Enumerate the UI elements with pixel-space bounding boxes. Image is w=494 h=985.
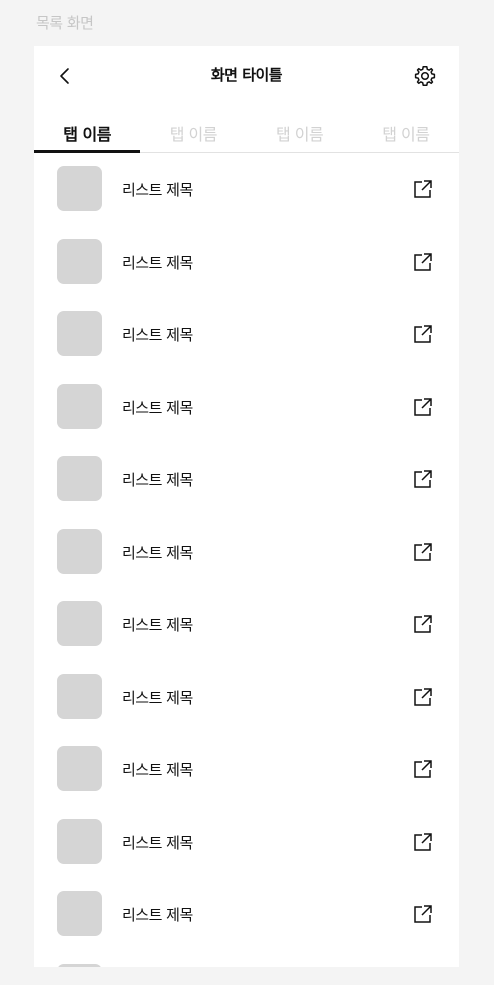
thumbnail xyxy=(57,963,102,967)
list-item-title: 리스트 제목 xyxy=(122,471,193,489)
list-item[interactable]: 리스트 제목 xyxy=(34,588,459,661)
external-link-icon[interactable] xyxy=(411,322,435,346)
list-item-title: 리스트 제목 xyxy=(122,688,193,707)
list-item[interactable]: 리스트 제목 xyxy=(34,661,459,734)
list-item[interactable]: 리스트 제목 xyxy=(34,298,459,371)
thumbnail xyxy=(57,311,102,356)
external-link-icon[interactable] xyxy=(411,830,435,854)
external-link-icon[interactable] xyxy=(411,177,435,201)
list-item[interactable]: 리스트 제목 xyxy=(34,516,459,589)
thumbnail xyxy=(57,383,102,429)
canvas-label: 목록 화면 xyxy=(36,14,94,32)
thumbnail xyxy=(57,456,102,501)
phone-screen: 화면 타이틀 탭 이름 탭 이름 탭 이름 탭 이름 리스트 제목 리스트 제목… xyxy=(34,46,459,967)
list-item-title: 리스트 제목 xyxy=(122,833,193,852)
thumbnail xyxy=(57,528,102,574)
page-title: 화면 타이틀 xyxy=(210,66,283,84)
external-link-icon[interactable] xyxy=(411,395,435,419)
app-header: 화면 타이틀 xyxy=(34,46,459,106)
tab-2[interactable]: 탭 이름 xyxy=(140,106,246,152)
thumbnail xyxy=(57,818,102,864)
list-item[interactable]: 리스트 제목 xyxy=(34,153,459,226)
list-item-title: 리스트 제목 xyxy=(122,761,193,779)
tab-1[interactable]: 탭 이름 xyxy=(34,106,141,153)
list-item-title: 리스트 제목 xyxy=(122,253,193,272)
thumbnail xyxy=(57,891,102,936)
external-link-icon[interactable] xyxy=(411,685,435,709)
thumbnail xyxy=(57,601,102,646)
list-item[interactable]: 리스트 제목 xyxy=(34,226,459,299)
list-item[interactable]: 리스트 제목 xyxy=(34,878,459,951)
list-item-title: 리스트 제목 xyxy=(122,326,193,344)
gear-icon xyxy=(414,66,436,86)
external-link-icon[interactable] xyxy=(411,540,435,564)
thumbnail xyxy=(57,746,102,791)
tab-3[interactable]: 탭 이름 xyxy=(247,106,353,152)
list-item[interactable]: 리스트 제목 xyxy=(34,733,459,806)
thumbnail xyxy=(57,238,102,284)
external-link-icon[interactable] xyxy=(411,757,435,781)
external-link-icon[interactable] xyxy=(411,612,435,636)
list-item-title: 리스트 제목 xyxy=(122,543,193,562)
list-item[interactable]: 리스트 제목 xyxy=(34,371,459,444)
tab-4[interactable]: 탭 이름 xyxy=(353,106,459,152)
chevron-left-icon xyxy=(60,68,69,84)
external-link-icon[interactable] xyxy=(411,250,435,274)
item-list: 리스트 제목 리스트 제목 리스트 제목 리스트 제목 리스트 제목 리스트 제… xyxy=(34,153,459,967)
thumbnail xyxy=(57,166,102,211)
external-link-icon[interactable] xyxy=(411,902,435,926)
external-link-icon[interactable] xyxy=(411,467,435,491)
back-button[interactable] xyxy=(54,64,78,88)
list-item-title: 리스트 제목 xyxy=(122,181,193,199)
list-item[interactable]: 리스트 제목 xyxy=(34,443,459,516)
tab-bar: 탭 이름 탭 이름 탭 이름 탭 이름 xyxy=(34,106,459,153)
list-item-title: 리스트 제목 xyxy=(122,398,193,417)
list-item-title: 리스트 제목 xyxy=(122,906,193,924)
list-item-partial[interactable] xyxy=(34,951,459,967)
list-item[interactable]: 리스트 제목 xyxy=(34,806,459,879)
list-item-title: 리스트 제목 xyxy=(122,616,193,634)
settings-button[interactable] xyxy=(413,64,437,88)
thumbnail xyxy=(57,673,102,719)
